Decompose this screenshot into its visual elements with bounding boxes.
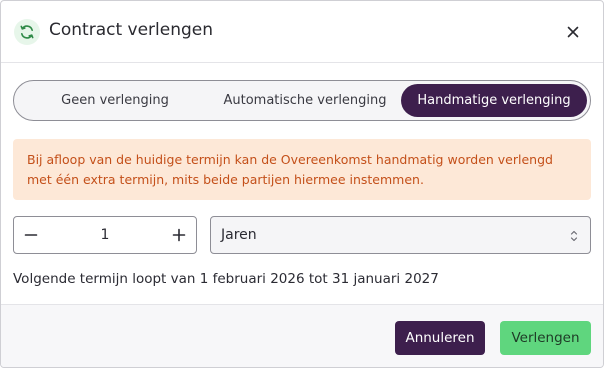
dialog-footer: Annuleren Verlengen: [1, 304, 603, 367]
renew-button[interactable]: Verlengen: [500, 321, 591, 355]
decrement-button[interactable]: [16, 217, 46, 253]
cancel-button[interactable]: Annuleren: [395, 321, 485, 355]
increment-button[interactable]: [164, 217, 194, 253]
term-unit-select[interactable]: Jaren: [210, 216, 591, 254]
dialog-title: Contract verlengen: [49, 20, 214, 40]
refresh-icon: [14, 19, 40, 45]
term-unit-value: Jaren: [221, 227, 257, 243]
renewal-info-alert: Bij afloop van de huidige termijn kan de…: [13, 139, 591, 200]
term-quantity-input[interactable]: [48, 217, 162, 253]
term-quantity-stepper: [13, 216, 197, 254]
close-button[interactable]: [561, 21, 585, 43]
contract-renewal-dialog: Contract verlengen Geen verlenging Autom…: [0, 0, 604, 368]
close-icon: [567, 26, 579, 38]
next-term-summary: Volgende termijn loopt van 1 februari 20…: [13, 271, 439, 287]
plus-icon: [172, 228, 186, 242]
minus-icon: [24, 234, 38, 236]
option-no-renewal[interactable]: Geen verlenging: [20, 84, 210, 117]
chevron-up-down-icon: [570, 230, 578, 242]
renewal-type-selector: Geen verlenging Automatische verlenging …: [13, 80, 591, 121]
option-manual-renewal[interactable]: Handmatige verlenging: [401, 84, 587, 117]
option-automatic-renewal[interactable]: Automatische verlenging: [210, 84, 400, 117]
dialog-header: Contract verlengen: [1, 1, 603, 63]
